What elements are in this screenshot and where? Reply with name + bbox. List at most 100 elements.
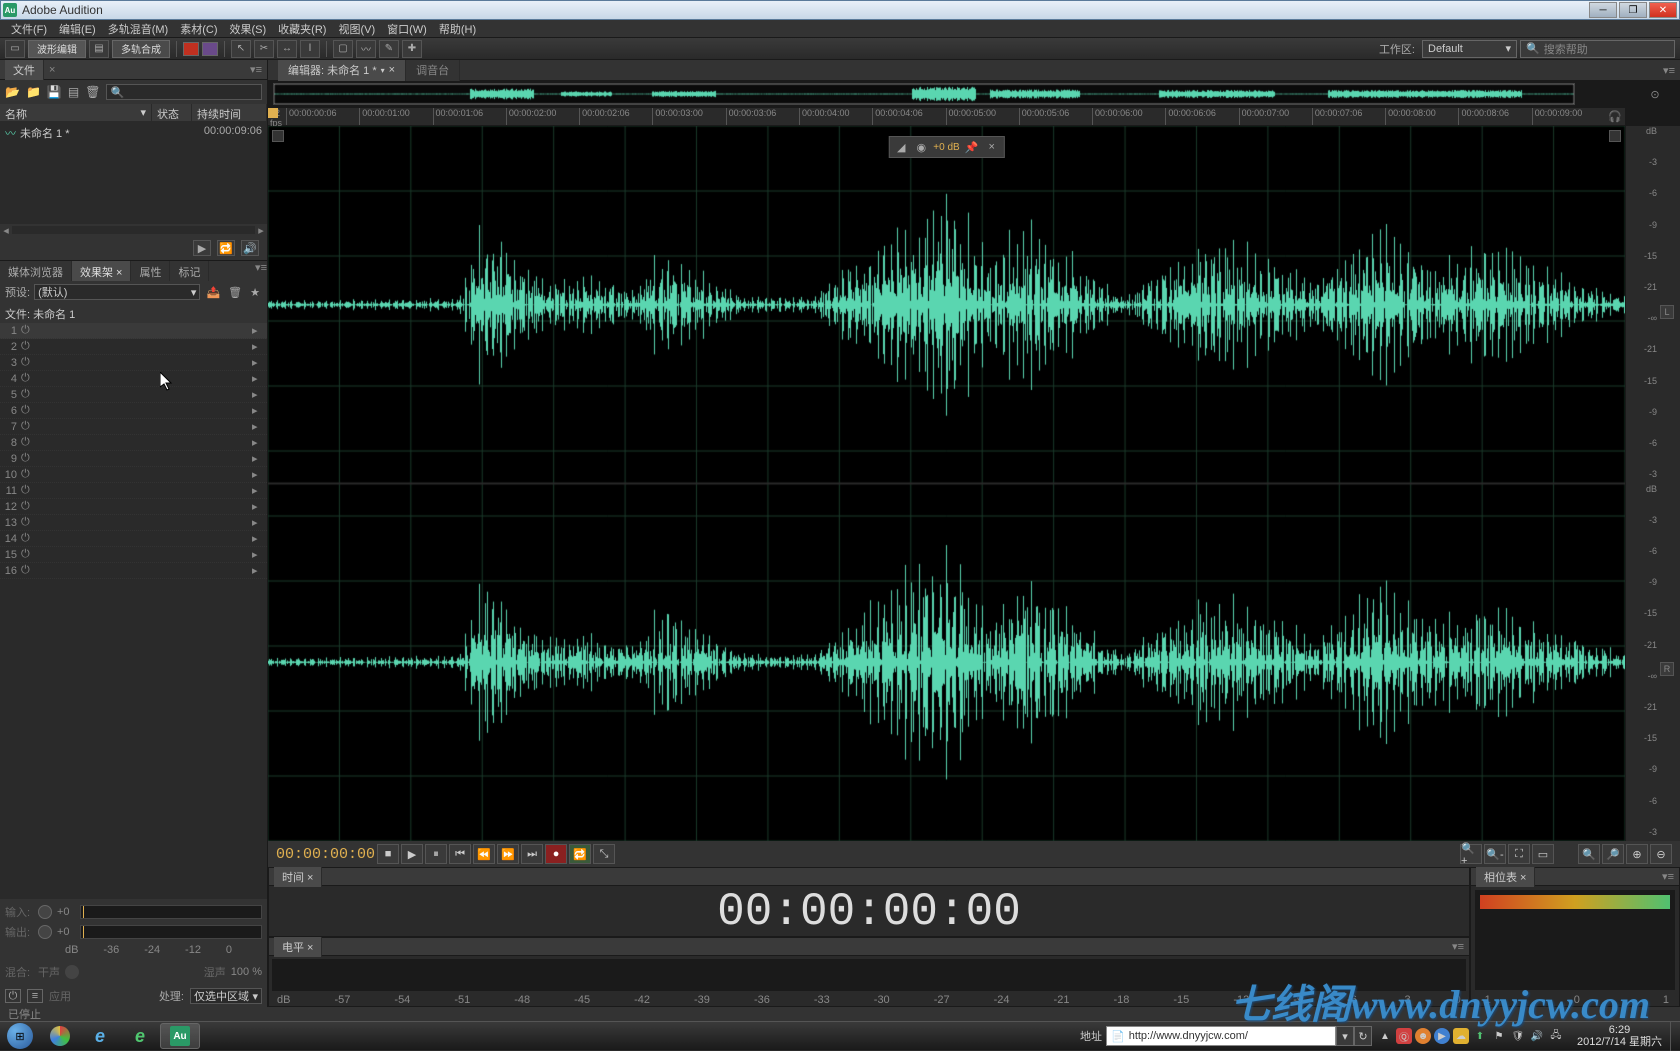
phase-panel-menu[interactable]: ▾≡: [1662, 870, 1674, 883]
tool-lasso[interactable]: 〰: [356, 40, 376, 58]
zoom-selection-icon[interactable]: ▭: [1532, 844, 1554, 864]
tool-heal[interactable]: ✚: [402, 40, 422, 58]
taskbar-ie-2[interactable]: e: [120, 1023, 160, 1049]
close-button[interactable]: ✕: [1649, 2, 1677, 18]
slot-power-icon[interactable]: ⏻: [21, 404, 35, 417]
channel-left-label[interactable]: L: [1660, 305, 1674, 319]
save-file-icon[interactable]: 💾: [47, 85, 62, 99]
taskbar-audition[interactable]: Au: [160, 1023, 200, 1049]
tray-icon[interactable]: ▶: [1434, 1028, 1450, 1044]
menu-multitrack[interactable]: 多轨混音(M): [102, 19, 175, 39]
menu-view[interactable]: 视图(V): [332, 19, 381, 39]
new-multitrack-icon[interactable]: ▤: [68, 85, 79, 99]
slot-menu-arrow[interactable]: ▸: [252, 436, 264, 449]
col-header-status[interactable]: 状态: [152, 104, 192, 121]
timeline-ruler[interactable]: 12 fps 00:00:00:0600:00:01:0000:00:01:06…: [268, 108, 1625, 126]
tool-move[interactable]: ↖: [231, 40, 251, 58]
menu-effects[interactable]: 效果(S): [224, 19, 273, 39]
slot-power-icon[interactable]: ⏻: [21, 484, 35, 497]
files-tab-close[interactable]: ×: [49, 64, 55, 76]
editor-tab-active[interactable]: 编辑器: 未命名 1 *▾×: [278, 60, 406, 81]
slot-menu-arrow[interactable]: ▸: [252, 420, 264, 433]
zoom-out-point-icon[interactable]: ⊖: [1650, 844, 1672, 864]
effect-slot[interactable]: 6⏻▸: [0, 403, 267, 419]
slot-power-icon[interactable]: ⏻: [21, 420, 35, 433]
slot-menu-arrow[interactable]: ▸: [252, 548, 264, 561]
effect-slot[interactable]: 1⏻▸: [0, 323, 267, 339]
open-file-icon[interactable]: 📂: [5, 85, 20, 99]
effect-slot[interactable]: 7⏻▸: [0, 419, 267, 435]
output-knob[interactable]: [38, 925, 52, 939]
channel-right-label[interactable]: R: [1660, 662, 1674, 676]
zoom-out-amp-icon[interactable]: 🔎: [1602, 844, 1624, 864]
hud-toggle-tr[interactable]: [1609, 130, 1621, 142]
tray-icon[interactable]: ☁: [1453, 1028, 1469, 1044]
editor-panel-menu[interactable]: ▾≡: [1658, 64, 1680, 77]
tray-icon[interactable]: ☻: [1415, 1028, 1431, 1044]
file-row[interactable]: 〰 未命名 1 * 00:00:09:06: [0, 122, 267, 144]
tab-properties[interactable]: 属性: [131, 261, 170, 281]
transport-time[interactable]: 00:00:00:00: [276, 846, 375, 863]
menu-file[interactable]: 文件(F): [5, 19, 53, 39]
minimize-button[interactable]: ─: [1589, 2, 1617, 18]
pause-button[interactable]: ⏸: [425, 844, 447, 864]
effect-slot[interactable]: 11⏻▸: [0, 483, 267, 499]
address-go-button[interactable]: ▾: [1336, 1026, 1354, 1046]
effect-slot[interactable]: 4⏻▸: [0, 371, 267, 387]
files-hscroll[interactable]: ◂▸: [0, 224, 267, 236]
phase-tab[interactable]: 相位表 ×: [1476, 867, 1535, 887]
spectral-freq-toggle[interactable]: [183, 42, 199, 56]
files-panel-menu[interactable]: ▾≡: [250, 63, 262, 76]
slot-menu-arrow[interactable]: ▸: [252, 388, 264, 401]
stop-button[interactable]: ■: [377, 844, 399, 864]
slot-menu-arrow[interactable]: ▸: [252, 356, 264, 369]
show-desktop-button[interactable]: [1670, 1022, 1680, 1051]
slot-menu-arrow[interactable]: ▸: [252, 468, 264, 481]
preview-loop-icon[interactable]: 🔁: [217, 240, 235, 256]
tray-volume-icon[interactable]: 🔊: [1529, 1028, 1545, 1044]
view-waveform-icon[interactable]: ▭: [5, 40, 25, 58]
skip-selection-button[interactable]: ⤡: [593, 844, 615, 864]
process-dropdown[interactable]: 仅选中区域▾: [190, 988, 262, 1004]
overview-waveform[interactable]: [273, 83, 1575, 105]
mix-knob[interactable]: [65, 965, 79, 979]
multitrack-mode-button[interactable]: 多轨合成: [112, 40, 170, 58]
tool-slip[interactable]: ↔: [277, 40, 297, 58]
workspace-dropdown[interactable]: Default▾: [1422, 40, 1517, 58]
loop-button[interactable]: 🔁: [569, 844, 591, 864]
level-tab[interactable]: 电平 ×: [274, 937, 322, 957]
help-search[interactable]: 🔍搜索帮助: [1520, 40, 1675, 58]
input-knob[interactable]: [38, 905, 52, 919]
slot-menu-arrow[interactable]: ▸: [252, 372, 264, 385]
menu-edit[interactable]: 编辑(E): [53, 19, 102, 39]
time-tab[interactable]: 时间 ×: [274, 867, 322, 887]
slot-menu-arrow[interactable]: ▸: [252, 324, 264, 337]
spectral-pitch-toggle[interactable]: [202, 42, 218, 56]
preset-fav-icon[interactable]: ★: [248, 286, 262, 299]
hud-gain-icon[interactable]: ◉: [913, 139, 929, 155]
hud-toggle-tl[interactable]: [272, 130, 284, 142]
tool-brush[interactable]: ✎: [379, 40, 399, 58]
slot-menu-arrow[interactable]: ▸: [252, 340, 264, 353]
preview-play-icon[interactable]: ▶: [193, 240, 211, 256]
level-panel-menu[interactable]: ▾≡: [1452, 940, 1464, 953]
preview-autoplay-icon[interactable]: 🔊: [241, 240, 259, 256]
zoom-out-time-icon[interactable]: 🔍-: [1484, 844, 1506, 864]
hud-pin-icon[interactable]: 📌: [964, 139, 980, 155]
effect-slot[interactable]: 13⏻▸: [0, 515, 267, 531]
tray-icon[interactable]: Ⓠ: [1396, 1028, 1412, 1044]
effect-slot[interactable]: 3⏻▸: [0, 355, 267, 371]
effect-slot[interactable]: 12⏻▸: [0, 499, 267, 515]
col-header-name[interactable]: 名称▾: [0, 104, 152, 121]
rack-list-icon[interactable]: ≡: [27, 989, 43, 1003]
tool-razor[interactable]: ✂: [254, 40, 274, 58]
slot-menu-arrow[interactable]: ▸: [252, 564, 264, 577]
files-tab[interactable]: 文件: [5, 60, 44, 80]
address-bar[interactable]: 📄 http://www.dnyyjcw.com/: [1106, 1026, 1336, 1046]
zoom-in-point-icon[interactable]: ⊕: [1626, 844, 1648, 864]
slot-menu-arrow[interactable]: ▸: [252, 532, 264, 545]
preset-delete-icon[interactable]: 🗑: [226, 286, 244, 299]
tab-markers[interactable]: 标记: [170, 261, 209, 281]
slot-power-icon[interactable]: ⏻: [21, 516, 35, 529]
tray-icon[interactable]: ▲: [1377, 1028, 1393, 1044]
